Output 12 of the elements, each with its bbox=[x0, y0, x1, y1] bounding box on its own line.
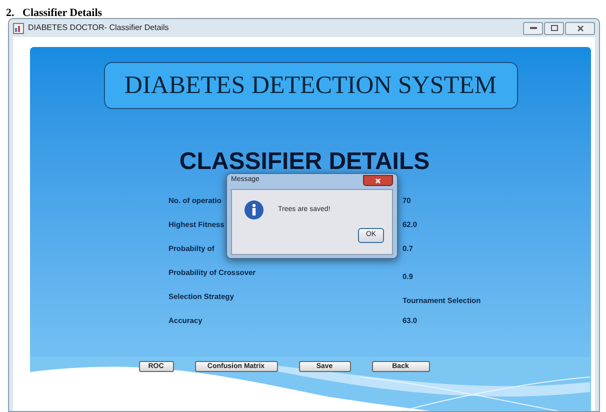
banner-title: DIABETES DETECTION SYSTEM bbox=[104, 62, 518, 109]
close-icon bbox=[375, 178, 381, 184]
app-icon bbox=[13, 22, 24, 34]
close-button[interactable] bbox=[363, 175, 393, 186]
info-icon bbox=[244, 200, 264, 220]
window-title: DIABETES DOCTOR- Classifier Details bbox=[28, 22, 169, 34]
section-heading: CLASSIFIER DETAILS bbox=[179, 149, 430, 175]
minimize-button[interactable] bbox=[523, 22, 543, 34]
close-button[interactable] bbox=[565, 22, 595, 34]
close-icon bbox=[576, 24, 584, 32]
maximize-button[interactable] bbox=[544, 22, 564, 34]
page-heading: 2. Classifier Details bbox=[6, 6, 102, 21]
